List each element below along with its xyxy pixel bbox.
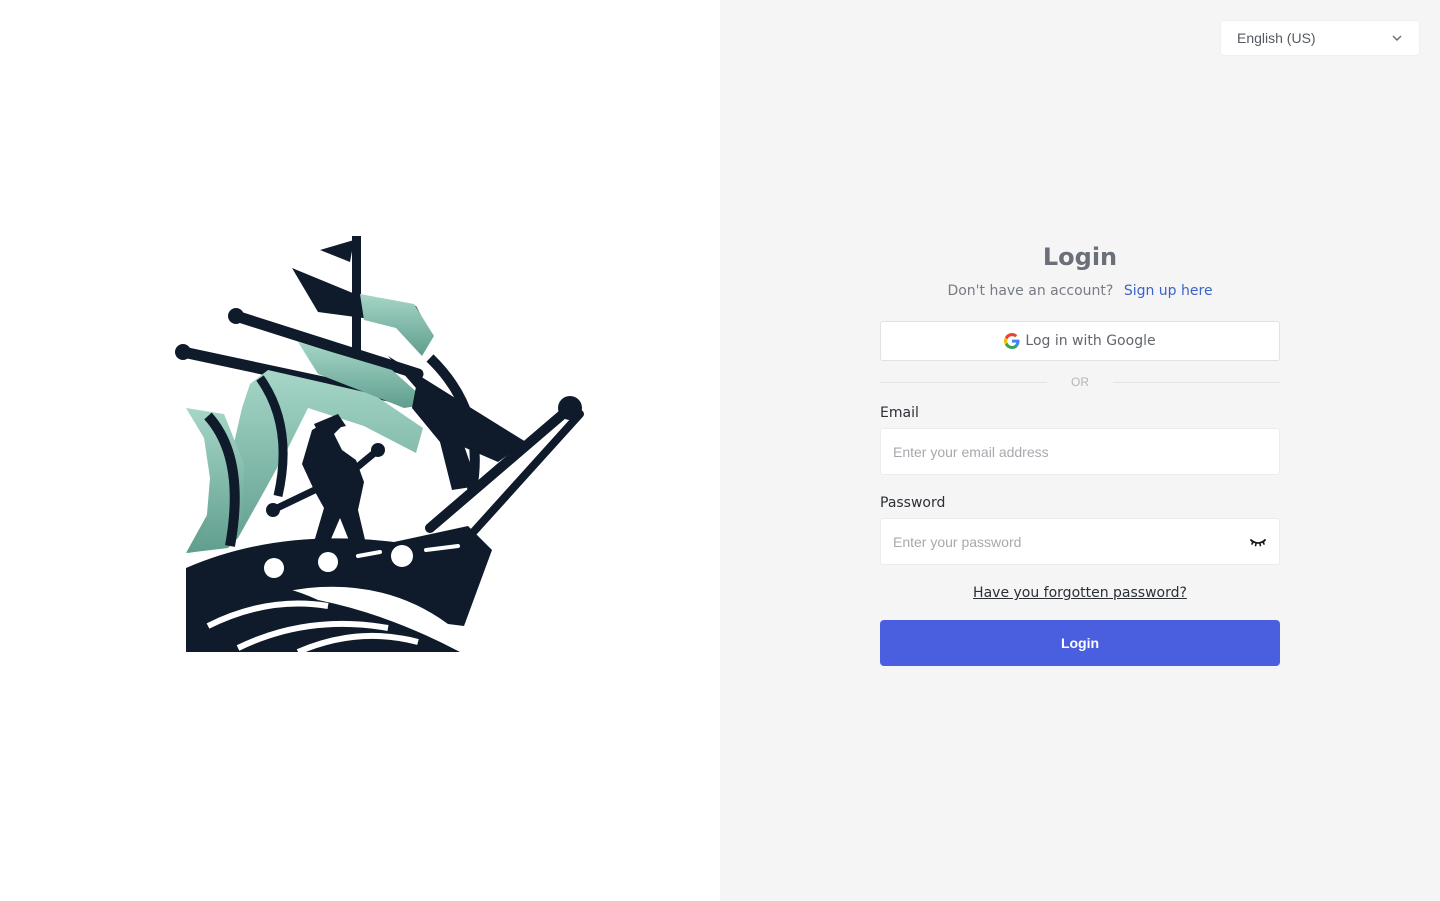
signup-prompt-row: Don't have an account? Sign up here (880, 280, 1280, 302)
forgot-password-row: Have you forgotten password? (880, 584, 1280, 604)
divider-line-left (880, 381, 1047, 383)
google-login-button[interactable]: Log in with Google (880, 321, 1280, 361)
signup-prompt: Don't have an account? (947, 283, 1114, 299)
page-title: Login (1042, 243, 1118, 271)
language-select[interactable]: English (US) (1220, 20, 1420, 56)
chevron-down-icon (1392, 35, 1402, 41)
login-panel: English (US) Login Don't have an account… (720, 0, 1440, 901)
signup-link[interactable]: Sign up here (1124, 283, 1213, 299)
password-label: Password (880, 495, 946, 511)
divider-line-right (1113, 381, 1280, 383)
branding-panel (0, 0, 720, 901)
password-field-wrapper (880, 518, 1280, 565)
divider-text: OR (1071, 375, 1089, 389)
forgot-password-link[interactable]: Have you forgotten password? (973, 585, 1187, 601)
eye-closed-icon[interactable] (1249, 533, 1267, 551)
email-field-wrapper (880, 428, 1280, 475)
or-divider: OR (880, 373, 1280, 391)
language-value: English (US) (1237, 30, 1316, 46)
password-field[interactable] (881, 519, 1279, 564)
google-login-label: Log in with Google (1025, 333, 1156, 349)
email-field[interactable] (881, 429, 1279, 474)
login-button[interactable]: Login (880, 620, 1280, 666)
login-form: Login Don't have an account? Sign up her… (880, 238, 1280, 666)
google-icon (1004, 333, 1020, 349)
pirate-ship-logo (175, 236, 584, 655)
email-label: Email (880, 405, 919, 421)
